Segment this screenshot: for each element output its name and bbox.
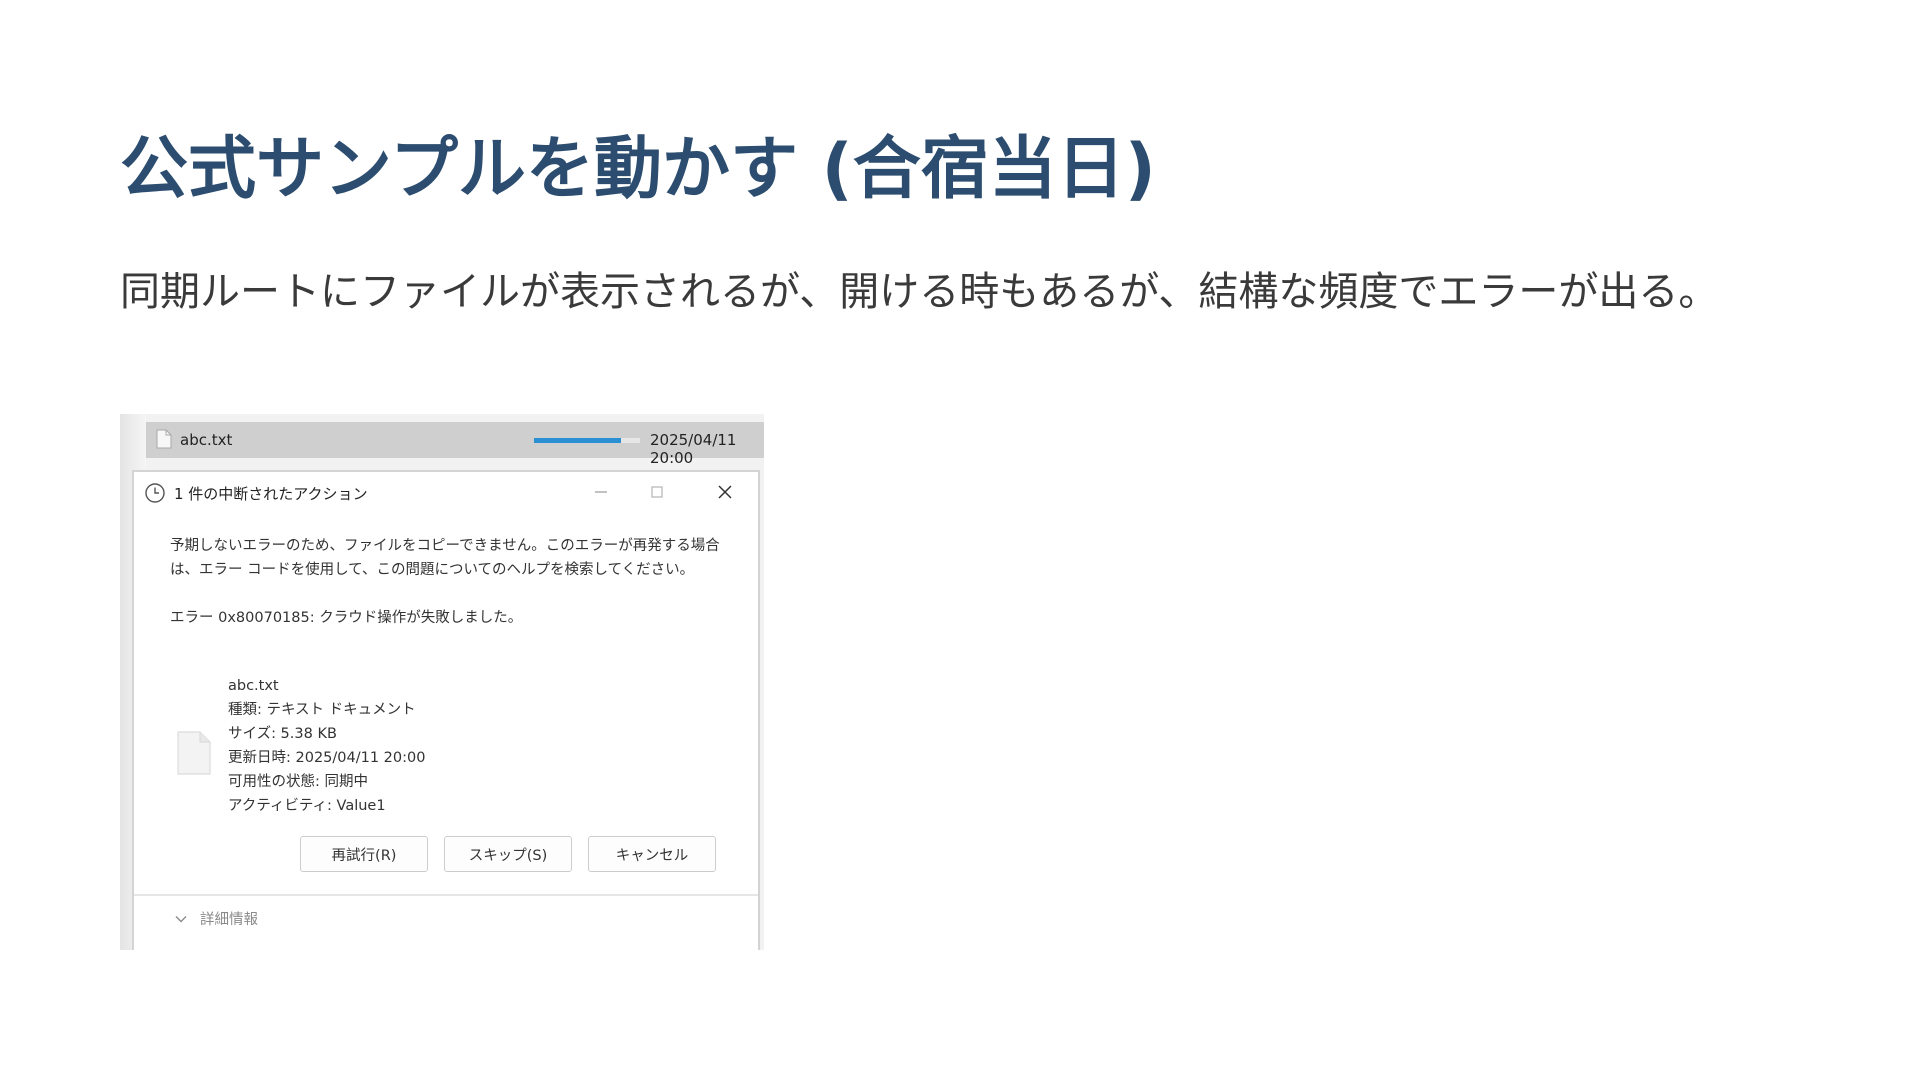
retry-button[interactable]: 再試行(R) — [300, 836, 428, 872]
file-info-name: abc.txt — [228, 678, 279, 694]
sync-progress-fill — [534, 438, 621, 443]
file-row-date: 2025/04/11 20:00 — [650, 431, 737, 467]
slide-body-text: 同期ルートにファイルが表示されるが、開ける時もあるが、結構な頻度でエラーが出る。 — [120, 269, 1719, 315]
dialog-title: 1 件の中断されたアクション — [174, 485, 368, 503]
file-info-size: サイズ: 5.38 KB — [228, 726, 337, 742]
close-icon[interactable] — [710, 478, 740, 506]
slide-title: 公式サンプルを動かす (合宿当日) — [120, 130, 1156, 209]
details-toggle[interactable]: 詳細情報 — [200, 908, 258, 929]
sync-progress-bar — [534, 438, 640, 443]
file-info-modified: 更新日時: 2025/04/11 20:00 — [228, 750, 426, 766]
file-info-activity: アクティビティ: Value1 — [228, 798, 386, 814]
cancel-button[interactable]: キャンセル — [588, 836, 716, 872]
clock-icon — [145, 483, 165, 503]
file-info-availability: 可用性の状態: 同期中 — [228, 774, 368, 790]
chevron-down-icon[interactable] — [174, 912, 188, 926]
maximize-icon[interactable] — [642, 478, 672, 506]
error-code: エラー 0x80070185: クラウド操作が失敗しました。 — [170, 610, 523, 626]
document-icon — [177, 731, 211, 775]
interrupted-action-dialog: 1 件の中断されたアクション 予期しないエラーのため、ファイルをコピーできません… — [132, 470, 760, 950]
error-message: 予期しないエラーのため、ファイルをコピーできません。このエラーが再発する場合は、… — [170, 538, 720, 578]
file-info: abc.txt 種類: テキスト ドキュメント サイズ: 5.38 KB 更新日… — [228, 674, 425, 818]
file-row[interactable]: abc.txt 2025/04/11 20:00 — [146, 422, 764, 467]
minimize-icon[interactable] — [586, 478, 616, 506]
dialog-divider — [134, 894, 758, 896]
file-row-name: abc.txt — [180, 431, 233, 449]
document-icon — [156, 429, 172, 449]
dialog-titlebar: 1 件の中断されたアクション — [134, 472, 758, 512]
skip-button[interactable]: スキップ(S) — [444, 836, 572, 872]
error-dialog-screenshot: abc.txt 2025/04/11 20:00 1 件の中断されたアクション … — [120, 414, 764, 950]
file-info-type: 種類: テキスト ドキュメント — [228, 702, 416, 718]
